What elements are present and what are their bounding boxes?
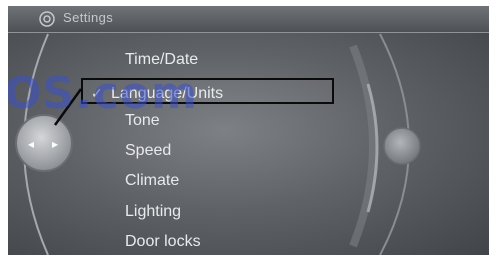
right-arc-inner	[349, 44, 377, 248]
menu-item-label: Lighting	[125, 203, 182, 220]
page-title: Settings	[63, 10, 114, 25]
controller-left-arrow: ◂	[28, 137, 34, 151]
display-screen: ◂ ▸ Settings Time/Date ✓ Language/Units T…	[8, 6, 489, 255]
menu-item-label: Speed	[125, 142, 172, 159]
menu-item-door-locks[interactable]: Door locks	[125, 230, 201, 254]
gear-icon	[38, 10, 56, 28]
menu-item-lighting[interactable]: Lighting	[125, 200, 181, 224]
display-decoration: ◂ ▸	[15, 33, 421, 255]
menu-item-label: Climate	[125, 172, 180, 189]
menu-item-climate[interactable]: Climate	[125, 169, 179, 193]
menu-item-speed[interactable]: Speed	[125, 139, 171, 163]
scroll-knob	[383, 127, 421, 165]
header-bar: Settings	[8, 6, 489, 33]
menu-item-label: Time/Date	[125, 51, 199, 68]
watermark: OS.com	[8, 68, 198, 119]
controller-right-arrow: ▸	[52, 137, 58, 151]
menu-item-label: Door locks	[125, 233, 201, 250]
controller-knob	[15, 114, 73, 172]
